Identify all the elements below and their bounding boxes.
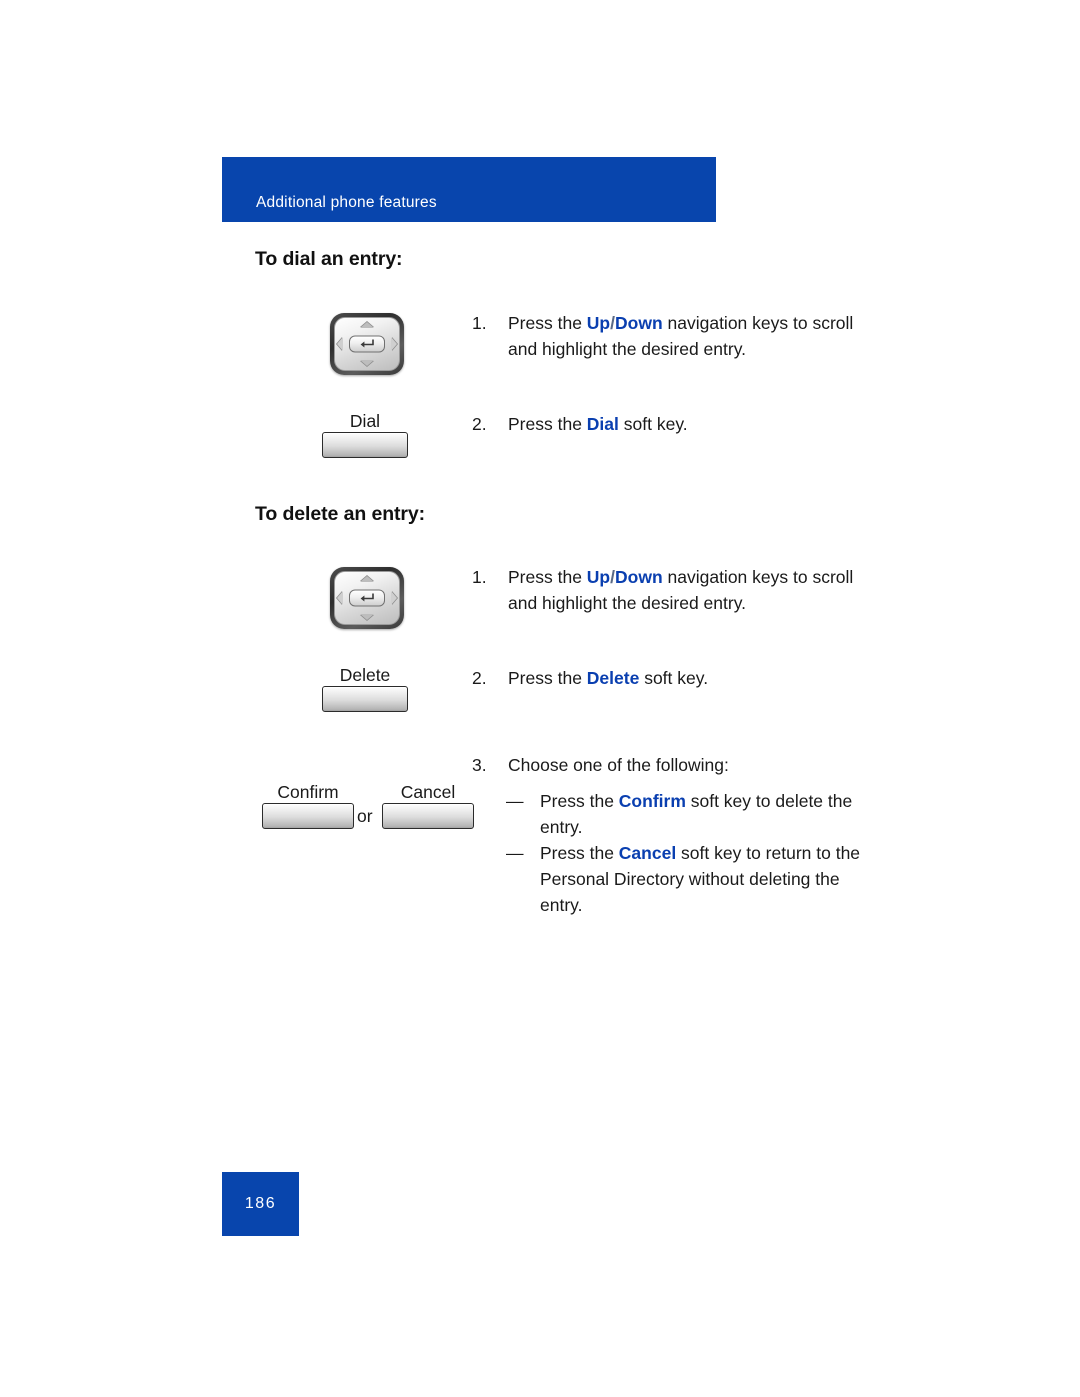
step-text-before: Press the bbox=[508, 313, 587, 333]
step-delete-2: 2. Press the Delete soft key. bbox=[472, 665, 872, 691]
navkey-center-enter-button bbox=[349, 589, 385, 607]
navkey-down-arrow-icon bbox=[360, 614, 374, 620]
step-number: 1. bbox=[472, 567, 487, 587]
substep-dash: — bbox=[506, 843, 524, 863]
step-text: Press the Delete soft key. bbox=[508, 665, 872, 691]
substep-text-before: Press the bbox=[540, 791, 619, 811]
navigation-cluster-key-icon bbox=[330, 313, 404, 375]
step-text-before: Press the bbox=[508, 668, 587, 688]
soft-key-confirm-label: Confirm bbox=[277, 782, 339, 802]
soft-key-dial: Dial bbox=[322, 410, 408, 458]
soft-key-dial-button bbox=[322, 432, 408, 458]
step-keyword: Up/Down bbox=[587, 313, 663, 333]
navkey-right-arrow-icon bbox=[391, 591, 397, 605]
step-text: Press the Dial soft key. bbox=[508, 411, 872, 437]
section-heading-delete: To delete an entry: bbox=[255, 503, 426, 525]
soft-key-confirm-button bbox=[262, 803, 354, 829]
soft-key-cancel: Cancel bbox=[382, 781, 474, 829]
navkey-left-arrow-icon bbox=[337, 591, 343, 605]
document-page: Additional phone features To dial an ent… bbox=[0, 0, 1080, 1397]
section-heading-dial: To dial an entry: bbox=[255, 248, 403, 270]
step-number: 2. bbox=[472, 414, 487, 434]
step-keyword: Dial bbox=[586, 414, 619, 434]
step-text-before: Press the bbox=[508, 567, 587, 587]
step-text: Choose one of the following: bbox=[508, 755, 729, 775]
enter-return-arrow-icon bbox=[360, 339, 374, 348]
step-delete-1: 1. Press the Up/Down navigation keys to … bbox=[472, 564, 872, 616]
step-number: 1. bbox=[472, 313, 487, 333]
or-separator-label: or bbox=[357, 806, 373, 826]
substep-cancel: — Press the Cancel soft key to return to… bbox=[506, 840, 866, 918]
soft-key-cancel-label: Cancel bbox=[400, 782, 456, 802]
step-text: Press the Up/Down navigation keys to scr… bbox=[508, 564, 872, 616]
step-dial-2: 2. Press the Dial soft key. bbox=[472, 411, 872, 437]
step-keyword: Delete bbox=[586, 668, 640, 688]
step-text-after: soft key. bbox=[618, 414, 688, 434]
step-number: 3. bbox=[472, 755, 487, 775]
navkey-left-arrow-icon bbox=[337, 337, 343, 351]
step-text-after: soft key. bbox=[639, 668, 709, 688]
substep-keyword: Confirm bbox=[618, 791, 686, 811]
keyword-up: Up bbox=[586, 313, 611, 333]
navkey-right-arrow-icon bbox=[391, 337, 397, 351]
substep-text: Press the Confirm soft key to delete the… bbox=[540, 788, 866, 840]
soft-key-confirm: Confirm bbox=[262, 781, 354, 829]
substep-text-before: Press the bbox=[540, 843, 619, 863]
navkey-up-arrow-icon bbox=[360, 576, 374, 582]
step-text: Press the Up/Down navigation keys to scr… bbox=[508, 310, 872, 362]
step-number: 2. bbox=[472, 668, 487, 688]
enter-return-arrow-icon bbox=[360, 593, 374, 602]
soft-key-cancel-button bbox=[382, 803, 474, 829]
keyword-up: Up bbox=[586, 567, 611, 587]
navigation-cluster-key-icon bbox=[330, 567, 404, 629]
substep-dash: — bbox=[506, 791, 524, 811]
keyword-down: Down bbox=[615, 313, 663, 333]
substep-text: Press the Cancel soft key to return to t… bbox=[540, 840, 866, 918]
substep-keyword: Cancel bbox=[618, 843, 677, 863]
soft-key-delete-label: Delete bbox=[339, 665, 391, 685]
page-header-bar: Additional phone features bbox=[222, 157, 716, 222]
substep-confirm: — Press the Confirm soft key to delete t… bbox=[506, 788, 866, 840]
soft-key-delete: Delete bbox=[322, 664, 408, 712]
page-number-badge: 186 bbox=[222, 1172, 299, 1236]
navkey-down-arrow-icon bbox=[360, 360, 374, 366]
soft-key-delete-button bbox=[322, 686, 408, 712]
step-delete-3: 3. Choose one of the following: bbox=[472, 752, 872, 778]
soft-key-dial-label: Dial bbox=[349, 411, 381, 431]
keyword-down: Down bbox=[615, 567, 663, 587]
step-text-before: Press the bbox=[508, 414, 587, 434]
step-keyword: Up/Down bbox=[587, 567, 663, 587]
header-title: Additional phone features bbox=[256, 194, 437, 211]
navkey-up-arrow-icon bbox=[360, 322, 374, 328]
step-dial-1: 1. Press the Up/Down navigation keys to … bbox=[472, 310, 872, 362]
navkey-center-enter-button bbox=[349, 335, 385, 353]
